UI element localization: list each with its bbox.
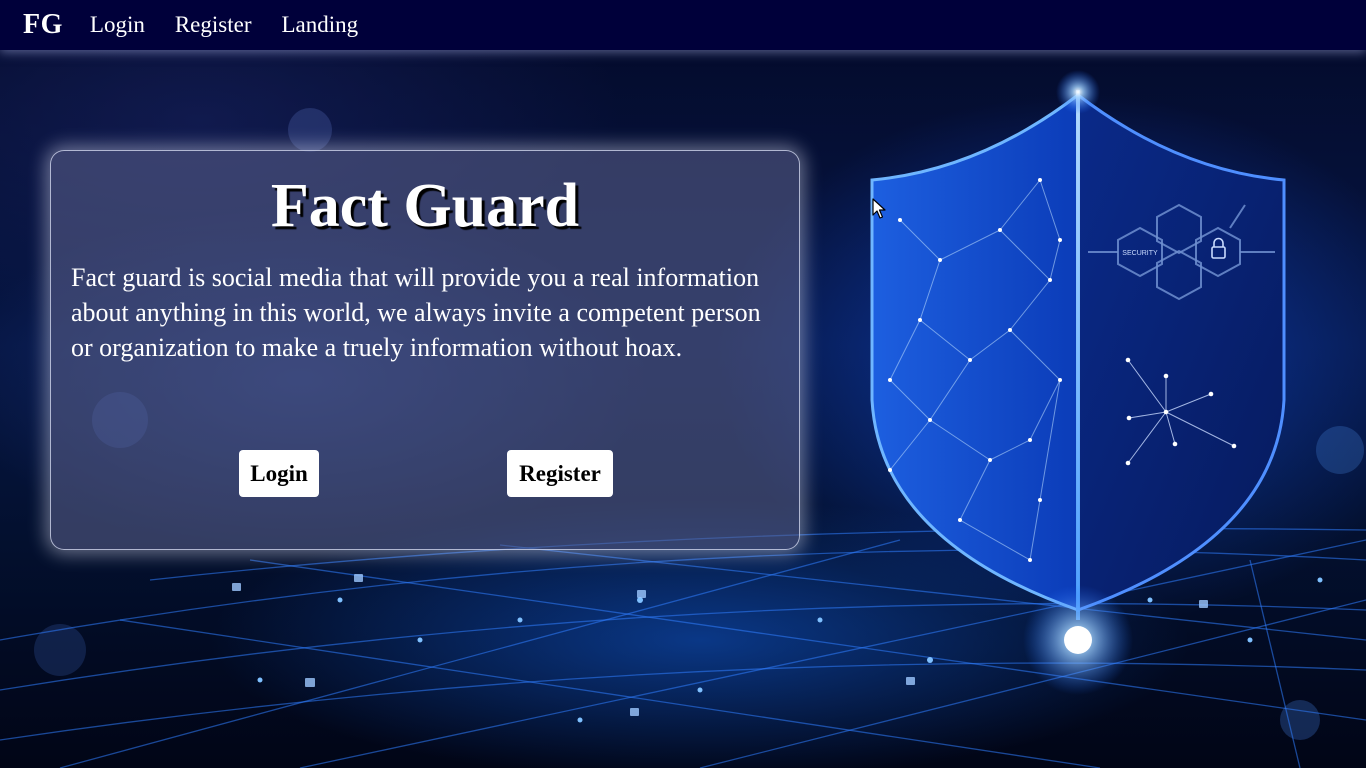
mouse-cursor-icon (872, 198, 886, 219)
nav-link-landing[interactable]: Landing (282, 12, 359, 38)
register-button[interactable]: Register (507, 450, 613, 497)
hero-description: Fact guard is social media that will pro… (71, 263, 761, 362)
shield-icon: SECURITY (870, 70, 1286, 695)
nav-link-register[interactable]: Register (175, 12, 252, 38)
brand-logo[interactable]: FG (23, 9, 63, 41)
login-button[interactable]: Login (239, 450, 319, 497)
nav-link-login[interactable]: Login (90, 12, 145, 38)
hero-title: Fact Guard (270, 172, 580, 240)
shield-security-label: SECURITY (1122, 250, 1158, 257)
hero-card: Fact Guard Fact guard is social media th… (50, 150, 800, 550)
top-navbar: FG Login Register Landing (0, 0, 1366, 50)
